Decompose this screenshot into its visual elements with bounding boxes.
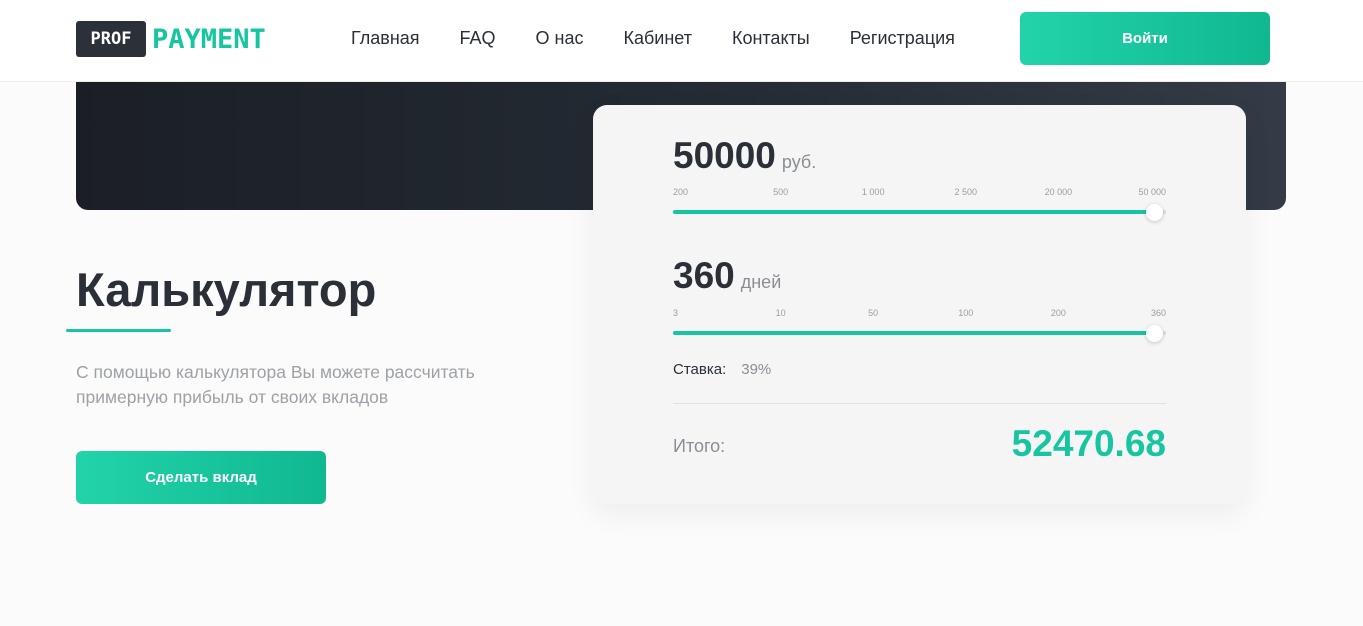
amount-tick: 1 000 <box>861 187 885 197</box>
days-ticks: 3 10 50 100 200 360 <box>673 308 1166 318</box>
rate-label: Ставка: <box>673 361 727 378</box>
amount-unit: руб. <box>781 152 817 172</box>
amount-slider[interactable] <box>673 204 1166 221</box>
total-label: Итого: <box>673 436 726 456</box>
days-tick: 50 <box>868 308 879 318</box>
login-button[interactable]: Войти <box>1020 12 1270 65</box>
amount-tick: 2 500 <box>954 187 978 197</box>
days-display: 360 дней <box>673 255 781 297</box>
title-underline <box>66 329 171 332</box>
days-slider[interactable] <box>673 325 1166 342</box>
page-title: Калькулятор <box>76 263 377 316</box>
divider <box>673 403 1166 404</box>
nav-item-faq[interactable]: FAQ <box>460 26 496 50</box>
amount-slider-fill <box>673 210 1154 214</box>
amount-value: 50000 <box>673 135 776 176</box>
logo-text: PAYMENT <box>152 23 266 55</box>
days-tick: 100 <box>958 308 974 318</box>
amount-tick: 500 <box>773 187 789 197</box>
logo[interactable]: PROF PAYMENT <box>76 20 266 58</box>
amount-tick: 20 000 <box>1044 187 1073 197</box>
nav-item-contacts[interactable]: Контакты <box>732 26 810 50</box>
logo-box: PROF <box>76 21 146 57</box>
rate-value: 39% <box>741 361 772 378</box>
days-tick: 10 <box>775 308 786 318</box>
nav-item-register[interactable]: Регистрация <box>850 26 955 50</box>
site-header: PROF PAYMENT Главная FAQ О нас Кабинет К… <box>0 0 1363 82</box>
days-tick: 360 <box>1150 308 1166 318</box>
amount-tick: 50 000 <box>1138 187 1166 197</box>
nav-item-cabinet[interactable]: Кабинет <box>623 26 691 50</box>
total-value: 52470.68 <box>1011 423 1166 464</box>
amount-ticks: 200 500 1 000 2 500 20 000 50 000 <box>673 187 1166 197</box>
days-slider-fill <box>673 331 1154 335</box>
main-nav: Главная FAQ О нас Кабинет Контакты Регис… <box>351 26 955 50</box>
rate-row: Ставка: 39% <box>673 361 771 378</box>
nav-item-about[interactable]: О нас <box>536 26 584 50</box>
nav-item-home[interactable]: Главная <box>351 26 420 50</box>
days-slider-thumb[interactable] <box>1145 325 1163 342</box>
amount-display: 50000 руб. <box>673 135 816 177</box>
days-unit: дней <box>740 272 782 292</box>
amount-slider-thumb[interactable] <box>1145 204 1163 221</box>
days-value: 360 <box>673 255 735 296</box>
make-deposit-button[interactable]: Сделать вклад <box>76 451 326 504</box>
calculator-card: 50000 руб. 200 500 1 000 2 500 20 000 50… <box>593 105 1246 504</box>
days-tick: 200 <box>1050 308 1066 318</box>
page-description: С помощью калькулятора Вы можете рассчит… <box>76 362 475 407</box>
days-tick: 3 <box>673 308 679 318</box>
amount-tick: 200 <box>673 187 689 197</box>
